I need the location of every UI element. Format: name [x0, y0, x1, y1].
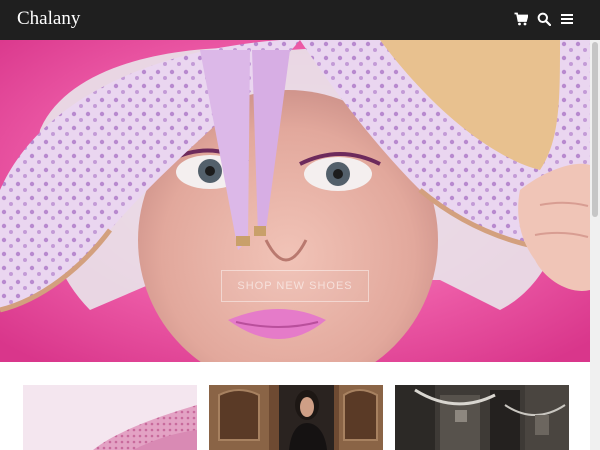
top-navigation-bar: Chalany: [0, 0, 600, 40]
woman-in-doorway-photo: [209, 385, 383, 450]
scrollbar-thumb[interactable]: [592, 42, 598, 217]
menu-icon[interactable]: [560, 12, 574, 26]
shop-new-shoes-button[interactable]: SHOP NEW SHOES: [221, 270, 369, 302]
hero-banner: SHOP NEW SHOES: [0, 40, 590, 362]
hero-image: [0, 40, 590, 362]
product-tile-pink-shoe[interactable]: [23, 385, 197, 450]
pink-shoe-photo: [23, 385, 197, 450]
cart-icon[interactable]: [514, 12, 528, 26]
product-tile-workshop[interactable]: [395, 385, 569, 450]
search-icon[interactable]: [537, 12, 551, 26]
page-scrollbar[interactable]: [590, 40, 600, 450]
brand-logo[interactable]: Chalany: [17, 7, 80, 31]
product-tile-doorway[interactable]: [209, 385, 383, 450]
workshop-photo: [395, 385, 569, 450]
